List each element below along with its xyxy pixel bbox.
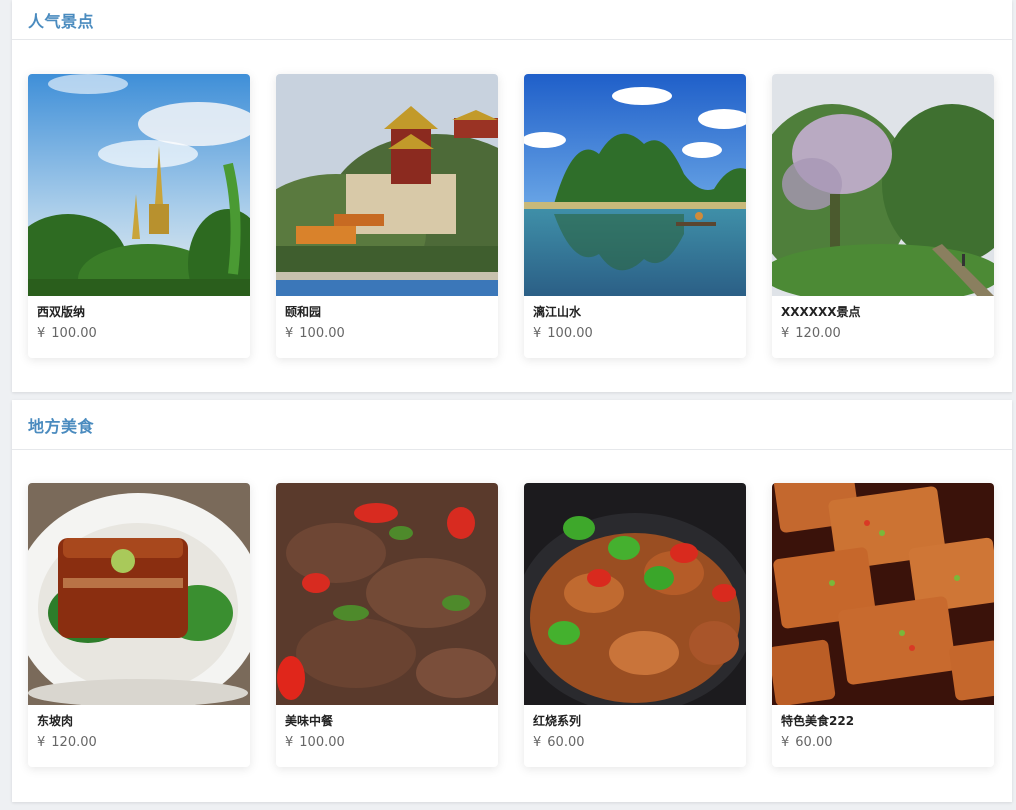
braised-intestine-photo (524, 483, 746, 705)
item-price: ¥100.00 (37, 326, 241, 342)
attraction-card-summer-palace[interactable]: 颐和园 ¥100.00 (276, 74, 498, 358)
currency-symbol: ¥ (37, 735, 46, 750)
food-card-specialty[interactable]: 特色美食222 ¥60.00 (772, 483, 994, 767)
braised-pork-photo (28, 483, 250, 705)
item-price: ¥100.00 (533, 326, 737, 342)
price-value: 60.00 (795, 735, 833, 750)
food-card-braised-series[interactable]: 红烧系列 ¥60.00 (524, 483, 746, 767)
currency-symbol: ¥ (285, 735, 294, 750)
attraction-card-xxxxxx[interactable]: XXXXXX景点 ¥120.00 (772, 74, 994, 358)
item-price: ¥100.00 (285, 735, 489, 751)
item-name: 美味中餐 (285, 714, 334, 728)
item-name: 西双版纳 (37, 305, 86, 319)
price-value: 100.00 (299, 326, 345, 341)
li-river-photo (524, 74, 746, 296)
item-name: 东坡肉 (37, 714, 74, 728)
price-value: 120.00 (795, 326, 841, 341)
card-info: 颐和园 ¥100.00 (276, 296, 498, 342)
item-name: 红烧系列 (533, 714, 582, 728)
food-card-chinese-dish[interactable]: 美味中餐 ¥100.00 (276, 483, 498, 767)
food-card-dongpo-pork[interactable]: 东坡肉 ¥120.00 (28, 483, 250, 767)
currency-symbol: ¥ (533, 735, 542, 750)
price-value: 60.00 (547, 735, 585, 750)
currency-symbol: ¥ (285, 326, 294, 341)
food-panel: 地方美食 东坡肉 ¥120.00 美味中餐 ¥ 100.00 红烧系列 ¥ 60… (12, 400, 1012, 802)
tropical-pagoda-photo (28, 74, 250, 296)
card-info: 美味中餐 ¥100.00 (276, 705, 498, 751)
currency-symbol: ¥ (781, 735, 790, 750)
price-value: 120.00 (51, 735, 97, 750)
attractions-title: 人气景点 (28, 11, 95, 31)
attractions-card-list: 西双版纳 ¥100.00 颐和园 ¥ 100.00 漓江山水 ¥ 100.00 … (28, 74, 994, 358)
attractions-panel: 人气景点 西双版纳 ¥ 100.00 颐和园 ¥ 100.00 漓江山水 ¥ 1… (12, 0, 1012, 392)
currency-symbol: ¥ (781, 326, 790, 341)
card-info: 特色美食222 ¥60.00 (772, 705, 994, 751)
price-value: 100.00 (547, 326, 593, 341)
item-price: ¥100.00 (285, 326, 489, 342)
card-info: XXXXXX景点 ¥120.00 (772, 296, 994, 342)
fried-tofu-photo (772, 483, 994, 705)
summer-palace-photo (276, 74, 498, 296)
card-info: 西双版纳 ¥100.00 (28, 296, 250, 342)
attraction-card-xishuangbanna[interactable]: 西双版纳 ¥100.00 (28, 74, 250, 358)
card-info: 东坡肉 ¥120.00 (28, 705, 250, 751)
item-price: ¥60.00 (533, 735, 737, 751)
attractions-header: 人气景点 (12, 0, 1012, 40)
item-name: 特色美食222 (781, 714, 855, 728)
food-header: 地方美食 (12, 400, 1012, 450)
card-info: 漓江山水 ¥100.00 (524, 296, 746, 342)
item-name: 颐和园 (285, 305, 322, 319)
card-info: 红烧系列 ¥60.00 (524, 705, 746, 751)
item-price: ¥120.00 (37, 735, 241, 751)
food-card-list: 东坡肉 ¥120.00 美味中餐 ¥100.00 红烧系列 ¥ 60.00 特色… (28, 483, 994, 767)
food-title: 地方美食 (28, 416, 95, 436)
stir-fry-photo (276, 483, 498, 705)
forest-path-photo (772, 74, 994, 296)
item-price: ¥60.00 (781, 735, 985, 751)
price-value: 100.00 (299, 735, 345, 750)
attraction-card-li-river[interactable]: 漓江山水 ¥100.00 (524, 74, 746, 358)
item-price: ¥120.00 (781, 326, 985, 342)
item-name: 漓江山水 (533, 305, 582, 319)
currency-symbol: ¥ (533, 326, 542, 341)
price-value: 100.00 (51, 326, 97, 341)
currency-symbol: ¥ (37, 326, 46, 341)
item-name: XXXXXX景点 (781, 305, 861, 319)
